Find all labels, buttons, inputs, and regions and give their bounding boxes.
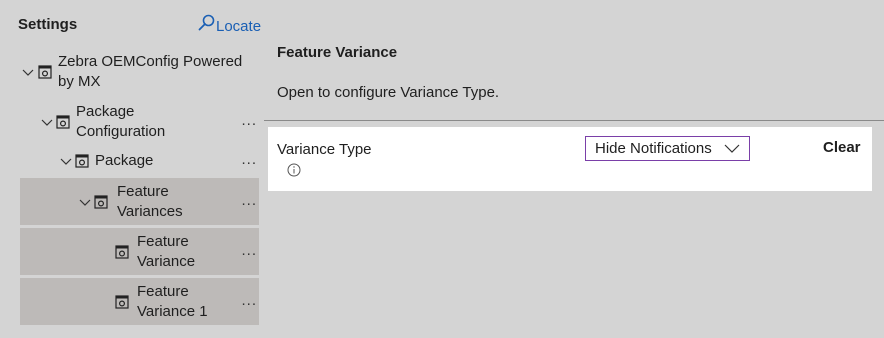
settings-sidebar: Settings Locate Zebra OEMConfig Powered … [0, 0, 262, 338]
tree-item-feature-variances[interactable]: Feature Variances ... [20, 178, 259, 225]
tree-item-label: Feature Variance [137, 232, 196, 270]
tree-item-label: Zebra OEMConfig Powered by MX [58, 53, 243, 90]
chevron-down-icon [724, 144, 740, 153]
more-options-button[interactable]: ... [241, 151, 257, 168]
tree-item-label: Package [95, 152, 154, 169]
sidebar-title: Settings [18, 16, 78, 33]
variance-type-setting: Variance Type Hide Notifications Clear [268, 127, 872, 191]
tree-item-package[interactable]: Package ... [20, 148, 259, 174]
more-options-button[interactable]: ... [241, 191, 257, 208]
info-icon[interactable] [287, 163, 301, 177]
tree-item-label: Package Configuration [76, 103, 166, 140]
variance-type-label: Variance Type [277, 141, 372, 158]
locate-button[interactable]: Locate [198, 14, 261, 35]
page-title: Feature Variance [277, 44, 398, 61]
clear-button[interactable]: Clear [823, 139, 861, 156]
settings-node-icon [115, 244, 129, 259]
tree-item-package-configuration[interactable]: Package Configuration ... [20, 100, 259, 144]
tree-item-label: Feature Variance 1 [137, 282, 208, 320]
settings-node-icon [56, 115, 70, 129]
chevron-down-icon[interactable] [60, 155, 72, 167]
more-options-button[interactable]: ... [241, 291, 257, 308]
chevron-down-icon[interactable] [79, 196, 91, 208]
sidebar-header: Settings Locate [18, 14, 262, 38]
settings-node-icon [75, 154, 89, 168]
locate-label: Locate [216, 18, 262, 35]
variance-type-dropdown[interactable]: Hide Notifications [585, 136, 750, 161]
tree-item-label: Feature Variances [117, 182, 183, 220]
tree-item-feature-variance[interactable]: Feature Variance ... [20, 228, 259, 275]
more-options-button[interactable]: ... [241, 112, 257, 129]
settings-node-icon [115, 294, 129, 309]
chevron-down-icon[interactable] [41, 116, 53, 128]
settings-node-icon [94, 194, 108, 209]
page-description: Open to configure Variance Type. [277, 84, 500, 101]
dropdown-value: Hide Notifications [595, 140, 712, 157]
search-icon [198, 14, 215, 31]
tree-item-zebra-oemconfig[interactable]: Zebra OEMConfig Powered by MX [20, 50, 261, 94]
more-options-button[interactable]: ... [241, 241, 257, 258]
chevron-down-icon[interactable] [22, 66, 34, 78]
divider [264, 120, 884, 121]
settings-node-icon [38, 65, 52, 79]
tree-item-feature-variance-1[interactable]: Feature Variance 1 ... [20, 278, 259, 325]
